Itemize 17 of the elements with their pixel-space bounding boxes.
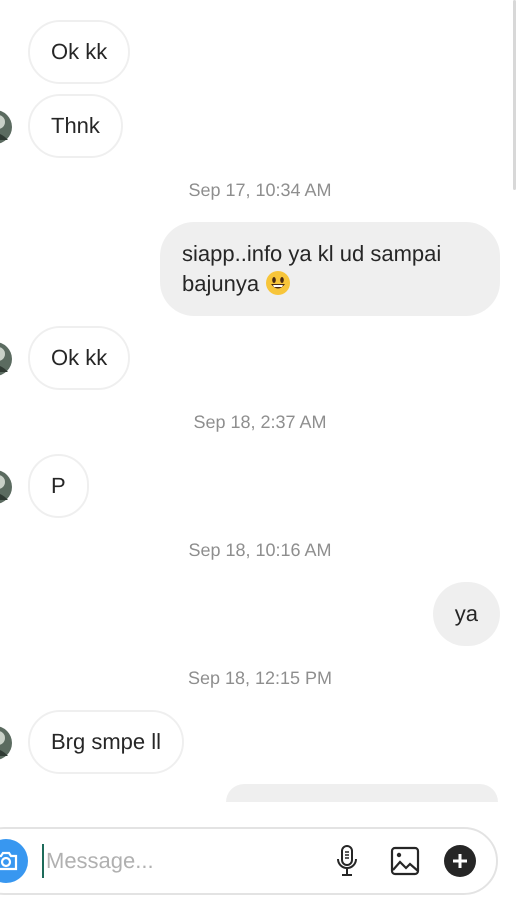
image-icon[interactable] (390, 846, 420, 876)
sent-message-bubble: ya (432, 582, 500, 646)
message-composer[interactable]: Message... (0, 827, 498, 895)
timestamp: Sep 18, 10:16 AM (187, 540, 333, 560)
received-message-bubble: Ok kk (28, 20, 130, 84)
timestamp: Sep 18, 2:37 AM (192, 412, 328, 432)
received-message-bubble: Brg smpe ll (28, 710, 184, 774)
add-icon[interactable] (444, 845, 476, 877)
microphone-icon[interactable] (336, 844, 358, 878)
timestamp: Sep 18, 12:15 PM (186, 668, 334, 688)
message-input[interactable]: Message... (42, 844, 322, 878)
timestamp: Sep 17, 10:34 AM (187, 180, 333, 200)
received-message-bubble: Ok kk (28, 326, 130, 390)
sent-message-bubble: siapp..info ya kl ud sampai bajunya (160, 222, 500, 316)
received-message-bubble: P (28, 454, 89, 518)
received-message-bubble: Thnk (28, 94, 123, 158)
camera-icon (0, 851, 18, 871)
